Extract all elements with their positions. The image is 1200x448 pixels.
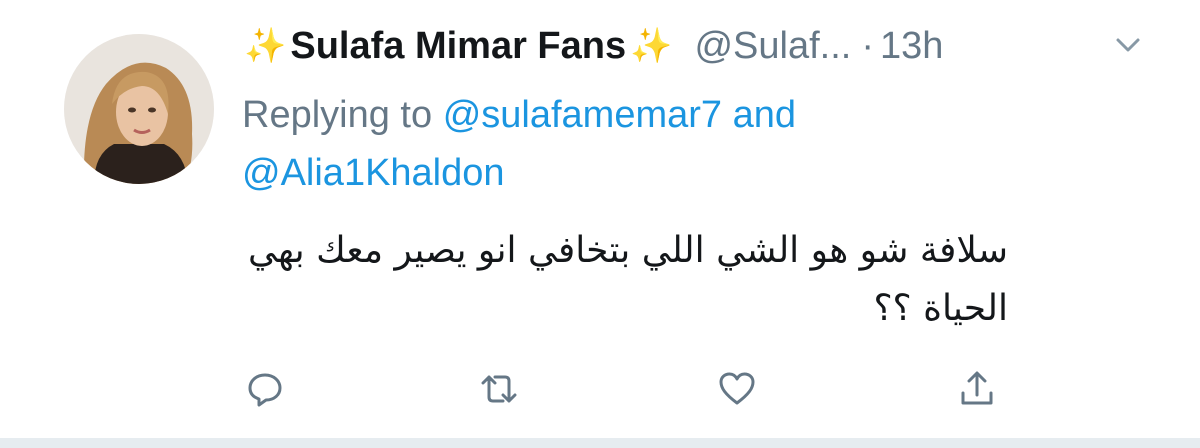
separator-dot: · — [861, 24, 874, 67]
tweet-card[interactable]: ✨ Sulafa Mimar Fans ✨ @Sulaf... · 13h Re… — [0, 0, 1200, 436]
retweet-icon — [481, 375, 517, 403]
reply-icon — [248, 373, 282, 407]
mention-link-2[interactable]: @Alia1Khaldon — [242, 152, 505, 194]
replying-to-label: Replying to — [242, 94, 433, 136]
reply-button[interactable] — [240, 364, 290, 414]
chevron-down-icon[interactable] — [1110, 30, 1146, 60]
share-icon — [961, 371, 993, 405]
tweet-header: ✨ Sulafa Mimar Fans ✨ @Sulaf... · 13h — [240, 18, 943, 74]
timestamp[interactable]: 13h — [880, 25, 943, 68]
share-button[interactable] — [952, 364, 1002, 414]
tweet-actions — [240, 364, 1000, 414]
like-button[interactable] — [712, 364, 762, 414]
tweet-text: سلافة شو هو الشي اللي بتخافي انو يصير مع… — [248, 230, 1008, 329]
replying-to: Replying to @sulafamemar7 and @Alia1Khal… — [242, 86, 1062, 202]
heart-icon — [719, 372, 755, 405]
sparkle-left-icon: ✨ — [244, 27, 287, 65]
user-handle[interactable]: @Sulaf... — [694, 25, 851, 68]
display-name[interactable]: Sulafa Mimar Fans — [290, 25, 626, 68]
avatar-image — [64, 34, 214, 184]
avatar[interactable] — [64, 34, 214, 184]
mention-link-1[interactable]: @sulafamemar7 — [443, 94, 722, 136]
sparkle-right-icon: ✨ — [630, 27, 673, 65]
retweet-button[interactable] — [474, 364, 524, 414]
divider — [0, 438, 1200, 448]
replying-to-and[interactable]: and — [733, 94, 796, 136]
